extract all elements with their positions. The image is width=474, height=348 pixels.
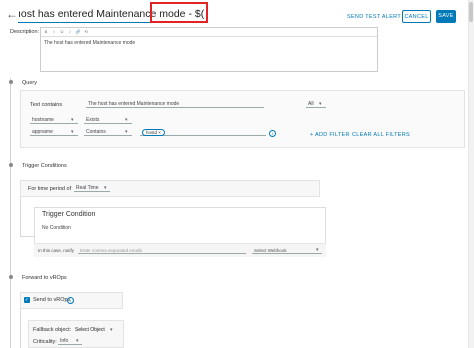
filter-field-value-2: appname: [32, 129, 53, 135]
query-section-title: Query: [22, 80, 37, 86]
trigger-branch-line: [20, 197, 21, 237]
fallback-object-select[interactable]: Select Object: [75, 327, 105, 333]
filter-operator-value-1: Exists: [86, 117, 100, 123]
trigger-branch-line-h: [20, 236, 34, 237]
chevron-down-icon: ▾: [319, 101, 322, 107]
editor-italic-icon[interactable]: I: [51, 29, 57, 35]
page-scrollbar[interactable]: [468, 0, 474, 348]
cancel-button[interactable]: CANCEL: [402, 10, 431, 23]
description-label: Description:: [10, 29, 40, 35]
query-step-dot: [8, 80, 13, 84]
trigger-condition-subtitle: No Condition: [42, 225, 71, 231]
filter-chip-label: hostd: [146, 130, 158, 135]
add-filter-button[interactable]: + ADD FILTER: [310, 132, 350, 138]
info-icon[interactable]: i: [67, 297, 74, 304]
notify-emails-placeholder: Enter comma separated emails: [80, 248, 143, 253]
criticality-value: Info: [60, 338, 69, 344]
criticality-label: Criticality:: [33, 339, 57, 345]
editor-link-icon[interactable]: 🔗: [75, 29, 81, 35]
editor-italic-alt-icon[interactable]: 𝑖: [67, 29, 73, 35]
chevron-down-icon: ▾: [125, 117, 128, 123]
timeline-line: [10, 78, 11, 348]
editor-underline-icon[interactable]: U: [59, 29, 65, 35]
text-contains-label: Text contains: [30, 102, 63, 108]
time-period-value: Real Time: [76, 185, 99, 191]
webhook-select-value: Select Webhook: [254, 248, 287, 253]
forward-step-dot: [8, 275, 13, 279]
chevron-down-icon: ▾: [316, 247, 319, 253]
editor-bold-icon[interactable]: B: [43, 29, 49, 35]
save-button[interactable]: SAVE: [436, 10, 456, 23]
send-vrops-label: Send to vROps: [33, 297, 71, 303]
notify-label: In this case, notify: [38, 248, 75, 253]
trigger-section-title: Trigger Conditions: [22, 163, 67, 169]
chevron-down-icon: ▾: [104, 185, 107, 191]
forward-section-title: Forward to vROps: [22, 275, 67, 281]
send-test-alert-button[interactable]: SEND TEST ALERT: [347, 14, 401, 20]
time-period-label: For time period of: [28, 186, 72, 192]
filter-chip[interactable]: hostd ×: [142, 129, 165, 136]
chevron-down-icon: ▾: [110, 327, 113, 333]
chevron-down-icon: ▾: [76, 338, 79, 344]
match-select-value: All: [308, 101, 314, 107]
chevron-down-icon: ▾: [71, 129, 74, 135]
filter-operator-value-2: Contains: [86, 129, 106, 135]
trigger-condition-title: Trigger Condition: [42, 211, 96, 218]
alert-title-input[interactable]: [18, 6, 204, 23]
editor-undo-icon[interactable]: ⟲: [83, 29, 89, 35]
back-arrow-icon[interactable]: ←: [6, 8, 18, 20]
scrollbar-thumb[interactable]: [469, 2, 473, 22]
editor-toolbar: B I U 𝑖 🔗 ⟲: [41, 28, 377, 37]
text-contains-value: The host has entered Maintenance mode: [88, 101, 180, 107]
forward-branch-line: [20, 309, 21, 348]
send-vrops-checkbox[interactable]: ✓: [24, 297, 30, 303]
trigger-step-dot: [8, 163, 13, 167]
filter-field-value-1: hostname: [32, 117, 54, 123]
info-icon[interactable]: i: [269, 130, 276, 137]
clear-filters-button[interactable]: CLEAR ALL FILTERS: [352, 132, 410, 138]
chevron-down-icon: ▾: [125, 129, 128, 135]
description-text[interactable]: The host has entered Maintenance mode: [44, 40, 135, 46]
close-icon[interactable]: ×: [158, 130, 161, 135]
chevron-down-icon: ▾: [71, 117, 74, 123]
fallback-object-label: Fallback object:: [33, 327, 72, 333]
